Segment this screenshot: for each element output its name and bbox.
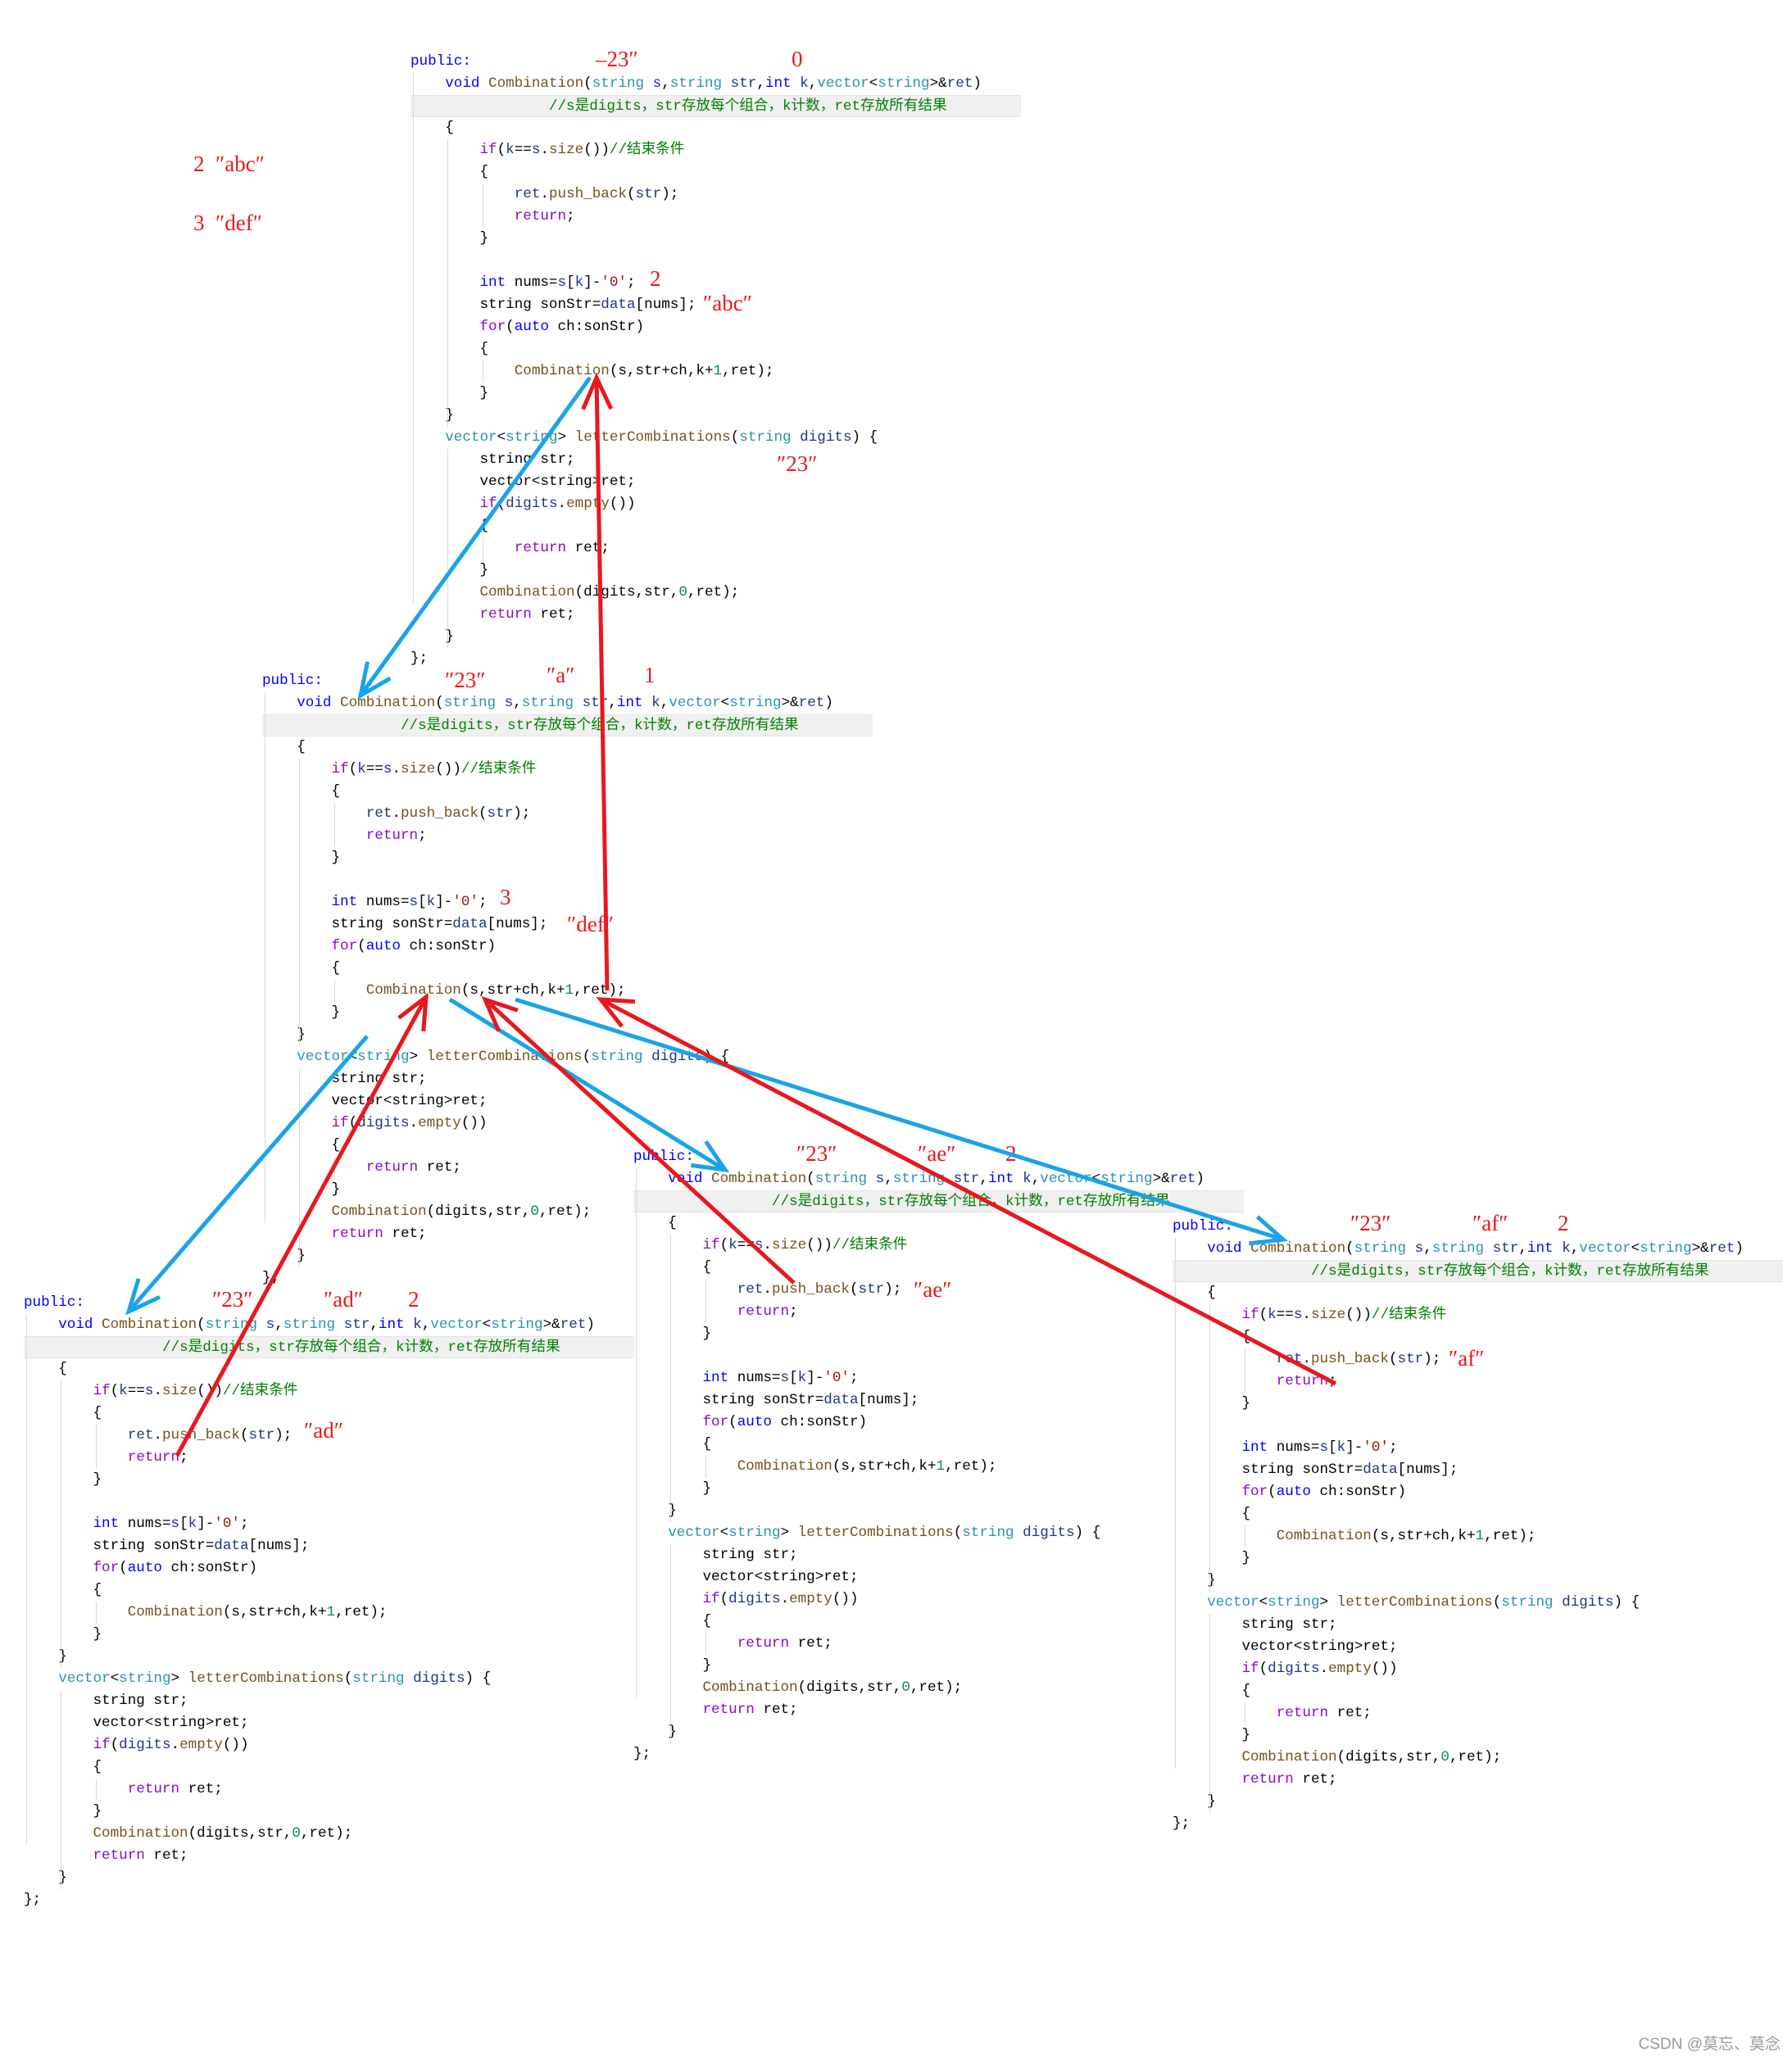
return-arrow [481, 995, 796, 1285]
arrowhead-icon [691, 1140, 730, 1173]
call-arrow [357, 376, 592, 700]
watermark: CSDN @莫忘、莫念 [1638, 2036, 1781, 2053]
return-arrow [175, 992, 429, 1457]
return-arrow [596, 997, 1337, 1386]
return-arrow [581, 372, 614, 991]
recursion-diagram: public: void Combination(string s,string… [0, 0, 1792, 2062]
call-arrow [448, 997, 730, 1173]
arrows-layer [125, 372, 1337, 1457]
call-arrow [515, 997, 1288, 1246]
